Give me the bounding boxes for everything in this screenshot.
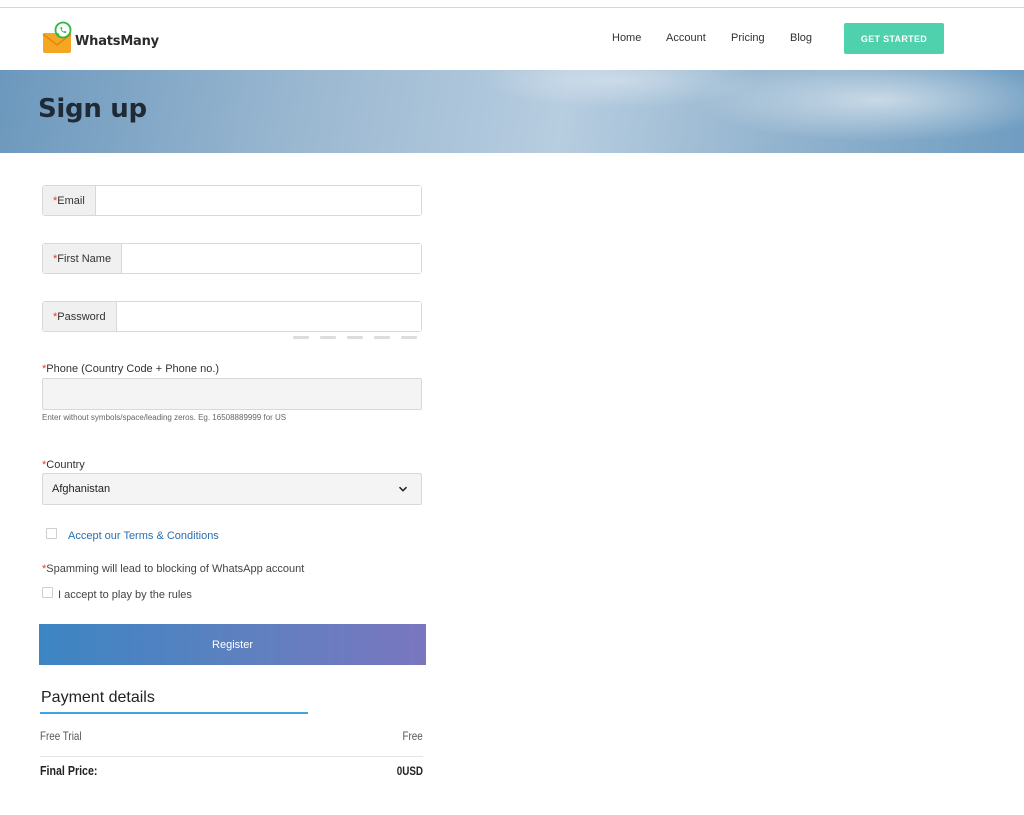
password-label-text: Password (57, 310, 106, 323)
final-price-value-text: 0USD (396, 764, 423, 778)
site-header: WhatsMany Home Account Pricing Blog GET … (0, 8, 1024, 70)
password-strength-bar (374, 336, 390, 339)
logo[interactable]: WhatsMany (41, 20, 159, 56)
first-name-label-text: First Name (57, 252, 112, 265)
logo-text: WhatsMany (75, 33, 159, 49)
nav-home[interactable]: Home (612, 32, 641, 44)
chevron-down-icon (398, 484, 408, 494)
trial-label: Free Trial (40, 729, 91, 743)
country-label: *Country (42, 459, 85, 471)
final-price-label-text: Final Price: (40, 763, 98, 778)
country-label-text: Country (46, 459, 85, 471)
final-price-value: 0USD (391, 764, 423, 778)
heading-underline (40, 712, 308, 714)
trial-value: Free (398, 729, 423, 743)
payment-divider (40, 756, 423, 757)
rules-checkbox[interactable] (42, 587, 53, 598)
nav-pricing[interactable]: Pricing (731, 32, 765, 44)
email-label-text: Email (57, 194, 85, 207)
nav-blog[interactable]: Blog (790, 32, 812, 44)
final-price-label: Final Price: (40, 763, 110, 778)
page-banner: Sign up (0, 70, 1024, 153)
country-select[interactable]: Afghanistan (42, 473, 422, 505)
password-input[interactable] (116, 302, 421, 331)
register-button[interactable]: Register (39, 624, 426, 665)
password-label: * Password (43, 302, 117, 331)
password-strength-bar (401, 336, 417, 339)
trial-label-text: Free Trial (40, 729, 82, 743)
first-name-label: * First Name (43, 244, 123, 273)
terms-link[interactable]: Accept our Terms & Conditions (68, 530, 219, 542)
payment-details-heading: Payment details (41, 689, 155, 706)
rules-label: I accept to play by the rules (58, 589, 192, 601)
first-name-field-group: * First Name (42, 243, 422, 274)
trial-value-text: Free (402, 729, 423, 743)
password-strength-bar (320, 336, 336, 339)
country-selected-value: Afghanistan (52, 483, 111, 495)
phone-hint: Enter without symbols/space/leading zero… (42, 413, 287, 422)
whatsapp-envelope-icon (41, 21, 73, 55)
phone-input[interactable] (42, 378, 422, 410)
email-input[interactable] (95, 186, 421, 215)
spam-warning-text: Spamming will lead to blocking of WhatsA… (46, 563, 305, 575)
page-title: Sign up (38, 94, 147, 124)
password-field-group: * Password (42, 301, 422, 332)
nav-account[interactable]: Account (666, 32, 706, 44)
phone-label: *Phone (Country Code + Phone no.) (42, 363, 219, 375)
email-field-group: * Email (42, 185, 422, 216)
first-name-input[interactable] (122, 244, 421, 273)
password-strength-bar (347, 336, 363, 339)
phone-label-text: Phone (Country Code + Phone no.) (46, 363, 220, 375)
spam-warning: *Spamming will lead to blocking of Whats… (42, 563, 304, 575)
get-started-button[interactable]: GET STARTED (844, 23, 944, 54)
password-strength-bar (293, 336, 309, 339)
terms-checkbox[interactable] (46, 528, 57, 539)
email-label: * Email (43, 186, 96, 215)
